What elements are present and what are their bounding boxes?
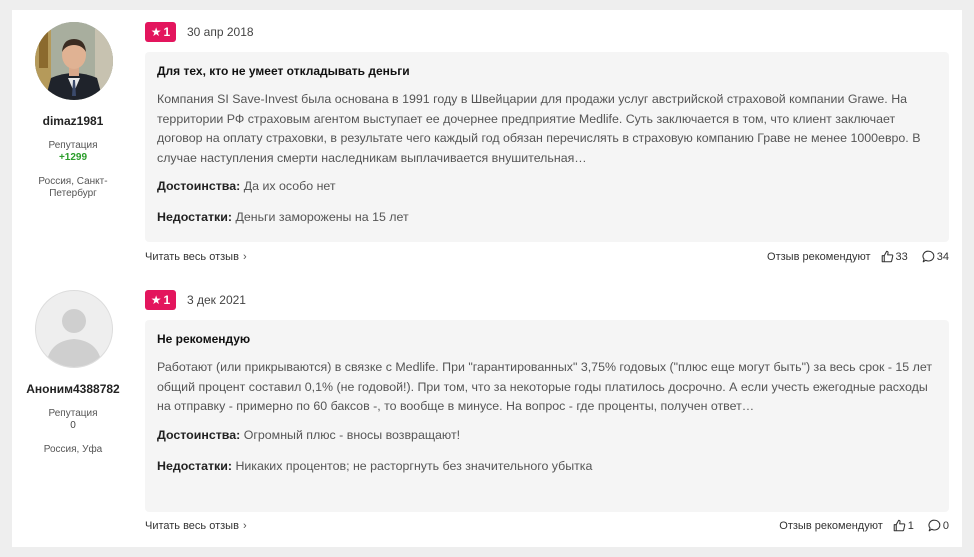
review-footer: Читать весь отзыв › Отзыв рекомендуют 33 … [145, 250, 949, 266]
cons-text: Деньги заморожены на 15 лет [235, 210, 409, 224]
review-card: Не рекомендую Работают (или прикрываются… [145, 320, 949, 512]
comments-button[interactable]: 34 [922, 250, 949, 263]
review-title[interactable]: Не рекомендую [157, 332, 937, 346]
review-date: 30 апр 2018 [187, 25, 254, 39]
reputation-label: Репутация [48, 140, 98, 151]
chevron-right-icon: › [242, 520, 247, 532]
comment-bubble-icon [922, 250, 935, 263]
cons-label: Недостатки: [157, 458, 232, 473]
avatar[interactable] [35, 290, 113, 368]
like-button[interactable]: 1 [893, 519, 914, 532]
review-card: Для тех, кто не умеет откладывать деньги… [145, 52, 949, 242]
likes-count: 1 [907, 519, 914, 532]
pros-label: Достоинства: [157, 179, 241, 193]
thumbs-up-icon [893, 519, 906, 532]
reputation-value: +1299 [58, 152, 88, 163]
review-footer: Читать весь отзыв › Отзыв рекомендуют 1 0 [145, 519, 949, 535]
comments-button[interactable]: 0 [928, 519, 949, 532]
review-cons: Недостатки: Деньги заморожены на 15 лет [157, 208, 937, 227]
review-date: 3 дек 2021 [187, 293, 246, 307]
review-body: Работают (или прикрываются) в связке с M… [157, 360, 933, 413]
review-recommend: Отзыв рекомендуют 1 0 [779, 519, 949, 532]
read-more-label: Читать весь отзыв [145, 520, 239, 532]
chevron-right-icon: › [242, 251, 247, 263]
author-username[interactable]: dimaz1981 [12, 114, 134, 128]
review-cons: Недостатки: Никаких процентов; не растор… [157, 457, 937, 476]
star-icon: ★ [150, 25, 162, 39]
review-title[interactable]: Для тех, кто не умеет откладывать деньги [157, 64, 937, 78]
rating-value: 1 [163, 25, 171, 39]
rating-badge: ★ 1 [145, 22, 176, 42]
comments-count: 34 [936, 250, 949, 263]
pros-text: Да их особо нет [243, 179, 336, 193]
rating-value: 1 [163, 293, 171, 307]
review-item: Аноним4388782 Репутация 0 Россия, Уфа ★ … [12, 278, 962, 547]
reviews-list: dimaz1981 Репутация +1299 Россия, Санкт-… [12, 10, 962, 547]
pros-text: Огромный плюс - вносы возвращают! [243, 427, 461, 442]
cons-label: Недостатки: [157, 210, 232, 224]
reputation-value: 0 [70, 420, 76, 431]
star-icon: ★ [150, 293, 162, 307]
likes-count: 33 [895, 250, 908, 263]
comment-bubble-icon [928, 519, 941, 532]
reputation-label: Репутация [48, 408, 98, 419]
recommend-label: Отзыв рекомендуют [767, 250, 871, 263]
pros-label: Достоинства: [157, 427, 241, 442]
rating-badge: ★ 1 [145, 290, 176, 310]
thumbs-up-icon [881, 250, 893, 263]
author-location: Россия, Уфа [43, 444, 103, 455]
read-more-label: Читать весь отзыв [145, 251, 239, 263]
recommend-label: Отзыв рекомендуют [779, 519, 883, 532]
review-body: Компания SI Save-Invest была основана в … [157, 92, 921, 165]
author-username[interactable]: Аноним4388782 [12, 382, 134, 396]
author-location: Россия, Санкт-Петербург [38, 176, 108, 199]
read-full-review-link[interactable]: Читать весь отзыв › [145, 520, 247, 532]
review-pros: Достоинства: Огромный плюс - вносы возвр… [157, 426, 937, 445]
read-full-review-link[interactable]: Читать весь отзыв › [145, 251, 247, 263]
review-recommend: Отзыв рекомендуют 33 34 [767, 250, 949, 263]
avatar-photo [35, 22, 113, 100]
cons-text: Никаких процентов; не расторгнуть без зн… [235, 458, 593, 473]
like-button[interactable]: 33 [881, 250, 908, 263]
default-user-icon [46, 309, 102, 367]
avatar[interactable] [35, 22, 113, 100]
review-item: dimaz1981 Репутация +1299 Россия, Санкт-… [12, 10, 962, 278]
comments-count: 0 [942, 519, 949, 532]
review-pros: Достоинства: Да их особо нет [157, 177, 937, 196]
